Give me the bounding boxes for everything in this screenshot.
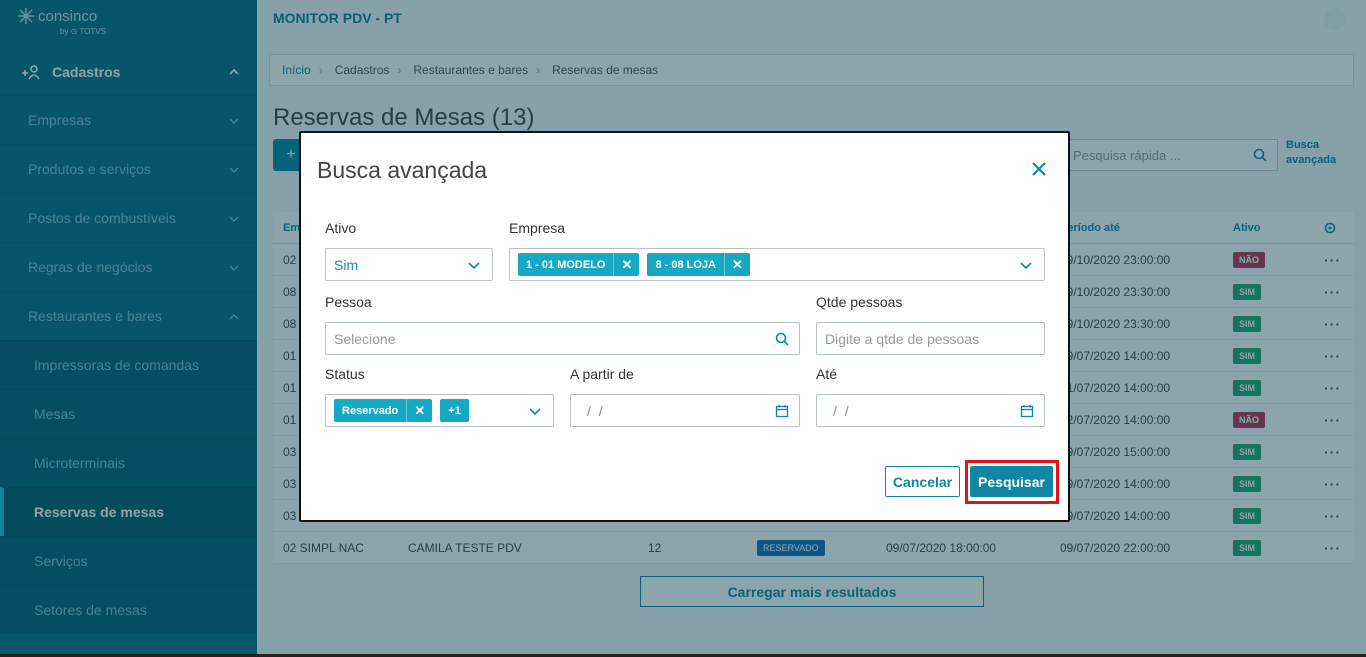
ate-value: / / [833,402,851,419]
pessoa-placeholder: Selecione [334,330,396,347]
dialog-title: Busca avançada [317,157,488,183]
search-button[interactable]: Pesquisar [970,466,1053,497]
pessoa-label: Pessoa [325,294,372,310]
chevron-down-icon [529,408,541,416]
calendar-icon[interactable] [1020,404,1034,418]
pessoa-lookup[interactable]: Selecione [325,322,800,355]
more-chips-badge[interactable]: +1 [440,399,469,422]
chip-label: Reservado [342,404,399,417]
apartir-value: / / [587,402,605,419]
chevron-down-icon [468,262,480,270]
apartir-date-input[interactable]: / / [570,394,800,427]
empresa-chip: 1 - 01 MODELO ✕ [518,253,640,276]
remove-chip-icon[interactable]: ✕ [613,253,639,276]
remove-chip-icon[interactable]: ✕ [724,253,750,276]
calendar-icon[interactable] [775,404,789,418]
ate-date-input[interactable]: / / [816,394,1045,427]
apartir-label: A partir de [570,366,634,382]
cancel-button[interactable]: Cancelar [885,466,960,497]
status-label: Status [325,366,365,382]
qtde-label: Qtde pessoas [816,294,903,310]
ativo-value: Sim [334,256,359,273]
search-icon[interactable] [775,332,789,346]
chip-label: 1 - 01 MODELO [526,258,606,271]
qtde-placeholder: Digite a qtde de pessoas [825,330,980,347]
remove-chip-icon[interactable]: ✕ [406,399,432,422]
chevron-down-icon [1020,262,1032,270]
close-icon[interactable] [1031,161,1047,177]
chip-label: 8 - 08 LOJA [655,258,716,271]
status-multiselect[interactable]: Reservado ✕ +1 [325,394,554,427]
ate-label: Até [816,366,838,382]
ativo-select[interactable]: Sim [325,248,493,281]
empresa-chip: 8 - 08 LOJA ✕ [647,253,750,276]
status-chip: Reservado ✕ [334,399,433,422]
empresa-label: Empresa [509,220,566,236]
advanced-search-dialog: Busca avançada Ativo Sim Empresa 1 - 01 … [299,131,1070,522]
empresa-multiselect[interactable]: 1 - 01 MODELO ✕ 8 - 08 LOJA ✕ [509,248,1045,281]
qtde-pessoas-input[interactable]: Digite a qtde de pessoas [816,322,1045,355]
ativo-label: Ativo [325,220,357,236]
